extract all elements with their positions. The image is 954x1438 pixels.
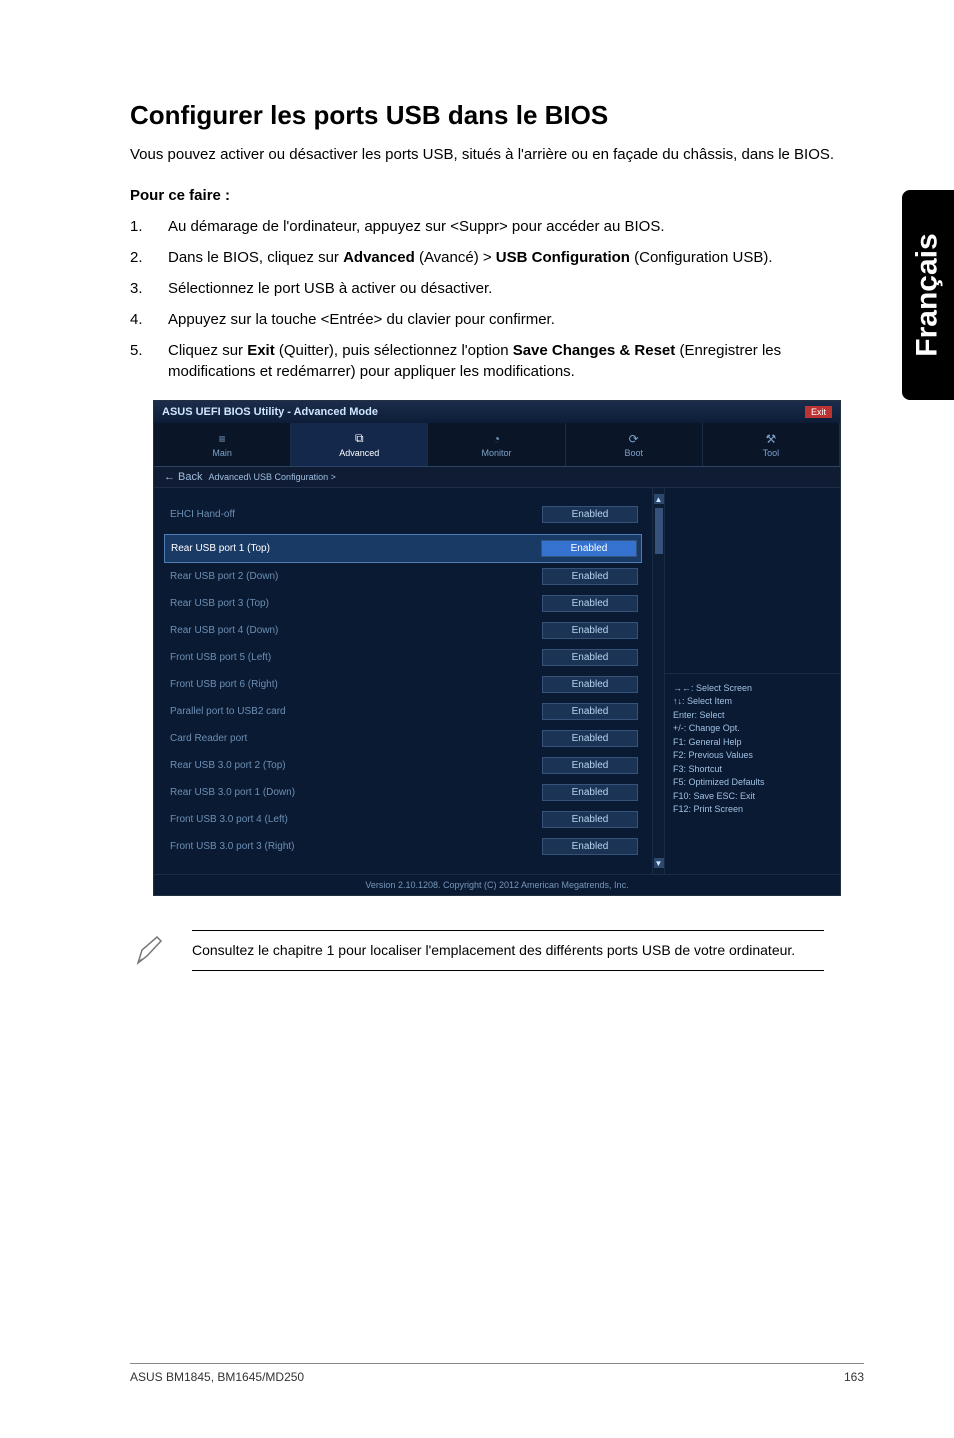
bios-option-value[interactable]: Enabled [542,730,638,747]
bios-option-value[interactable]: Enabled [542,649,638,666]
tool-tab-icon: ⚒ [763,432,779,446]
pencil-note-icon [130,930,170,971]
bios-option-label: Rear USB 3.0 port 2 (Top) [168,760,542,771]
footer-page-number: 163 [844,1370,864,1384]
breadcrumb-path: Advanced\ USB Configuration > [209,472,336,482]
bios-option-label: Parallel port to USB2 card [168,706,542,717]
bios-tab-main[interactable]: ≡ Main [154,423,291,466]
bios-option-label: Rear USB port 3 (Top) [168,598,542,609]
steps-ordered-list: Au démarage de l'ordinateur, appuyez sur… [130,216,864,382]
scroll-thumb[interactable] [655,508,663,554]
bios-tab-advanced[interactable]: ⧉ Advanced [291,423,428,466]
bios-tab-label: Tool [763,448,780,458]
bios-option-label: Front USB port 6 (Right) [168,679,542,690]
bios-option-value[interactable]: Enabled [542,784,638,801]
bios-option-row[interactable]: Rear USB port 2 (Down)Enabled [164,563,642,590]
step-item: Au démarage de l'ordinateur, appuyez sur… [130,216,864,237]
bios-option-row[interactable]: Card Reader portEnabled [164,725,642,752]
bios-help-line: F1: General Help [673,736,832,750]
bios-option-value[interactable]: Enabled [542,622,638,639]
bios-options-list: EHCI Hand-offEnabledRear USB port 1 (Top… [154,488,652,874]
step-item: Dans le BIOS, cliquez sur Advanced (Avan… [130,247,864,268]
breadcrumb-back-icon[interactable]: ← Back [164,471,203,483]
bios-option-label: Front USB port 5 (Left) [168,652,542,663]
intro-paragraph: Vous pouvez activer ou désactiver les po… [130,145,864,165]
scroll-down-icon[interactable]: ▼ [654,858,664,868]
bios-option-row[interactable]: Rear USB 3.0 port 2 (Top)Enabled [164,752,642,779]
note-text: Consultez le chapitre 1 pour localiser l… [192,930,824,971]
bios-option-value[interactable]: Enabled [542,703,638,720]
bios-option-label: Front USB 3.0 port 3 (Right) [168,841,542,852]
bios-breadcrumb: ← Back Advanced\ USB Configuration > [154,467,840,488]
bios-option-row[interactable]: Front USB port 6 (Right)Enabled [164,671,642,698]
bios-option-row[interactable]: Rear USB port 4 (Down)Enabled [164,617,642,644]
bios-option-row[interactable]: Parallel port to USB2 cardEnabled [164,698,642,725]
bios-help-panel: →←: Select Screen↑↓: Select ItemEnter: S… [665,673,840,875]
bios-help-line: →←: Select Screen [673,682,832,696]
bios-option-label: Rear USB port 2 (Down) [168,571,542,582]
bios-option-label: Rear USB 3.0 port 1 (Down) [168,787,542,798]
bios-tab-boot[interactable]: ⟳ Boot [566,423,703,466]
scroll-up-icon[interactable]: ▲ [654,494,664,504]
page-footer: ASUS BM1845, BM1645/MD250 163 [130,1363,864,1384]
bios-option-row[interactable]: Rear USB port 3 (Top)Enabled [164,590,642,617]
bios-option-value[interactable]: Enabled [542,595,638,612]
bios-option-label: Rear USB port 1 (Top) [169,543,541,554]
bios-tab-monitor[interactable]: ◔ Monitor [428,423,565,466]
bios-help-line: ↑↓: Select Item [673,695,832,709]
bios-option-row[interactable]: Rear USB port 1 (Top)Enabled [164,534,642,563]
page-heading: Configurer les ports USB dans le BIOS [130,100,864,131]
bios-help-line: F5: Optimized Defaults [673,776,832,790]
bios-footer-version: Version 2.10.1208. Copyright (C) 2012 Am… [154,874,840,895]
note-block: Consultez le chapitre 1 pour localiser l… [130,930,864,971]
bios-option-value[interactable]: Enabled [542,811,638,828]
steps-subheading: Pour ce faire : [130,187,864,204]
bios-option-value[interactable]: Enabled [542,838,638,855]
bios-side-panel: →←: Select Screen↑↓: Select ItemEnter: S… [664,488,840,874]
bios-option-value[interactable]: Enabled [542,757,638,774]
bios-option-row[interactable]: Rear USB 3.0 port 1 (Down)Enabled [164,779,642,806]
bios-option-value[interactable]: Enabled [542,568,638,585]
bios-tabs-row: ≡ Main ⧉ Advanced ◔ Monitor ⟳ Boot ⚒ Tool [154,423,840,467]
bios-titlebar: ASUS UEFI BIOS Utility - Advanced Mode E… [154,401,840,423]
bios-option-value[interactable]: Enabled [542,506,638,523]
bios-help-line: +/-: Change Opt. [673,722,832,736]
bios-option-value[interactable]: Enabled [542,676,638,693]
bios-option-label: Card Reader port [168,733,542,744]
bios-tab-tool[interactable]: ⚒ Tool [703,423,840,466]
bios-body: EHCI Hand-offEnabledRear USB port 1 (Top… [154,488,840,874]
bios-option-label: Rear USB port 4 (Down) [168,625,542,636]
bios-tab-label: Advanced [339,448,379,458]
bios-option-row[interactable]: EHCI Hand-offEnabled [164,496,642,528]
footer-model: ASUS BM1845, BM1645/MD250 [130,1370,304,1384]
main-tab-icon: ≡ [214,432,230,446]
step-item: Appuyez sur la touche <Entrée> du clavie… [130,309,864,330]
bios-tab-label: Monitor [482,448,512,458]
bios-screenshot: ASUS UEFI BIOS Utility - Advanced Mode E… [153,400,841,896]
bios-option-row[interactable]: Front USB 3.0 port 3 (Right)Enabled [164,833,642,860]
bios-help-line: F10: Save ESC: Exit [673,790,832,804]
bios-option-value[interactable]: Enabled [541,540,637,557]
bios-option-label: Front USB 3.0 port 4 (Left) [168,814,542,825]
step-item: Cliquez sur Exit (Quitter), puis sélecti… [130,340,864,382]
bios-option-row[interactable]: Front USB 3.0 port 4 (Left)Enabled [164,806,642,833]
bios-title-exit-badge[interactable]: Exit [805,406,832,418]
bios-option-row[interactable]: Front USB port 5 (Left)Enabled [164,644,642,671]
boot-tab-icon: ⟳ [626,432,642,446]
monitor-tab-icon: ◔ [489,432,505,446]
bios-option-label: EHCI Hand-off [168,509,542,520]
bios-help-line: Enter: Select [673,709,832,723]
bios-tab-label: Boot [624,448,643,458]
bios-help-line: F12: Print Screen [673,803,832,817]
step-item: Sélectionnez le port USB à activer ou dé… [130,278,864,299]
bios-tab-label: Main [212,448,232,458]
advanced-tab-icon: ⧉ [351,432,367,446]
bios-help-line: F2: Previous Values [673,749,832,763]
bios-title-text: ASUS UEFI BIOS Utility - Advanced Mode [162,406,378,418]
bios-scrollbar[interactable]: ▲ ▼ [652,488,664,874]
bios-help-line: F3: Shortcut [673,763,832,777]
